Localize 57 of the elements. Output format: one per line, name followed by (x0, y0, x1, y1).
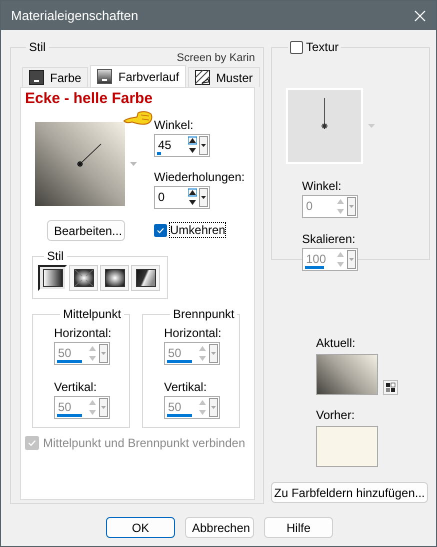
close-icon[interactable] (414, 10, 426, 22)
dialog-button[interactable]: OK (106, 517, 175, 538)
spin-arrows-icon[interactable] (188, 188, 197, 207)
group-title: Brennpunkt (172, 307, 236, 321)
dropdown-button[interactable] (199, 136, 208, 155)
dialog-button[interactable]: Hilfe (264, 517, 333, 538)
field-label: Vertikal: (164, 379, 208, 395)
credit-text: Screen by Karin (176, 52, 255, 64)
value-bar (167, 360, 192, 363)
checkbox[interactable] (154, 224, 167, 236)
value-bar (167, 414, 192, 417)
linear-gradient-icon (42, 269, 62, 287)
caret-icon[interactable] (130, 162, 137, 166)
group-title: Stil (28, 40, 47, 54)
checkbox-label[interactable]: Umkehren (170, 223, 226, 237)
swatch-label: Vorher: (316, 407, 356, 423)
group-title: Stil (46, 249, 65, 263)
field-label: Winkel: (154, 117, 194, 133)
tab[interactable]: Muster (188, 67, 260, 87)
rectangular-gradient-icon (74, 269, 94, 287)
pointing-hand-icon (123, 109, 153, 126)
annotation-text: Ecke - helle Farbe (25, 90, 153, 108)
field-label: Wiederholungen: (154, 169, 245, 185)
edit-button[interactable]: Bearbeiten... (47, 220, 125, 241)
gradient-style-button[interactable] (38, 265, 67, 291)
spin-field[interactable]: 0 (154, 186, 210, 209)
caret-icon[interactable] (368, 124, 375, 128)
checkbox-label[interactable]: Textur (306, 40, 339, 54)
field-label: Skalieren: (302, 231, 356, 247)
texture-preview[interactable] (286, 88, 363, 164)
group-title: Mittelpunkt (62, 307, 122, 321)
field-label: Vertikal: (54, 379, 98, 395)
previous-swatch (316, 426, 378, 467)
spin-field[interactable]: 45 (154, 134, 210, 157)
corner-gradient-icon (136, 269, 156, 287)
grid-icon[interactable] (383, 380, 398, 395)
window-title: Materialeigenschaften (11, 8, 138, 23)
tab[interactable]: Farbe (22, 67, 88, 87)
field-label: Winkel: (302, 178, 342, 194)
value-bar (57, 360, 82, 363)
checkbox[interactable] (290, 40, 303, 54)
gradient-preview[interactable] (35, 122, 125, 206)
spin-arrows-icon[interactable] (188, 136, 197, 155)
current-swatch (316, 354, 378, 395)
value-bar (305, 266, 324, 269)
field-label: Horizontal: (164, 325, 222, 341)
dialog-button[interactable]: Abbrechen (185, 517, 254, 538)
pattern-icon (195, 70, 210, 85)
gradient-icon (97, 69, 112, 84)
tab[interactable]: Farbverlauf (90, 65, 186, 87)
value-bar (57, 414, 82, 417)
dropdown-button[interactable] (199, 188, 208, 207)
color-swatch-icon (29, 70, 44, 85)
radial-gradient-icon (104, 269, 124, 287)
swatch-label: Aktuell: (316, 335, 356, 351)
field-label: Horizontal: (54, 325, 112, 341)
add-to-swatches-button[interactable]: Zu Farbfeldern hinzufügen... (271, 482, 428, 503)
